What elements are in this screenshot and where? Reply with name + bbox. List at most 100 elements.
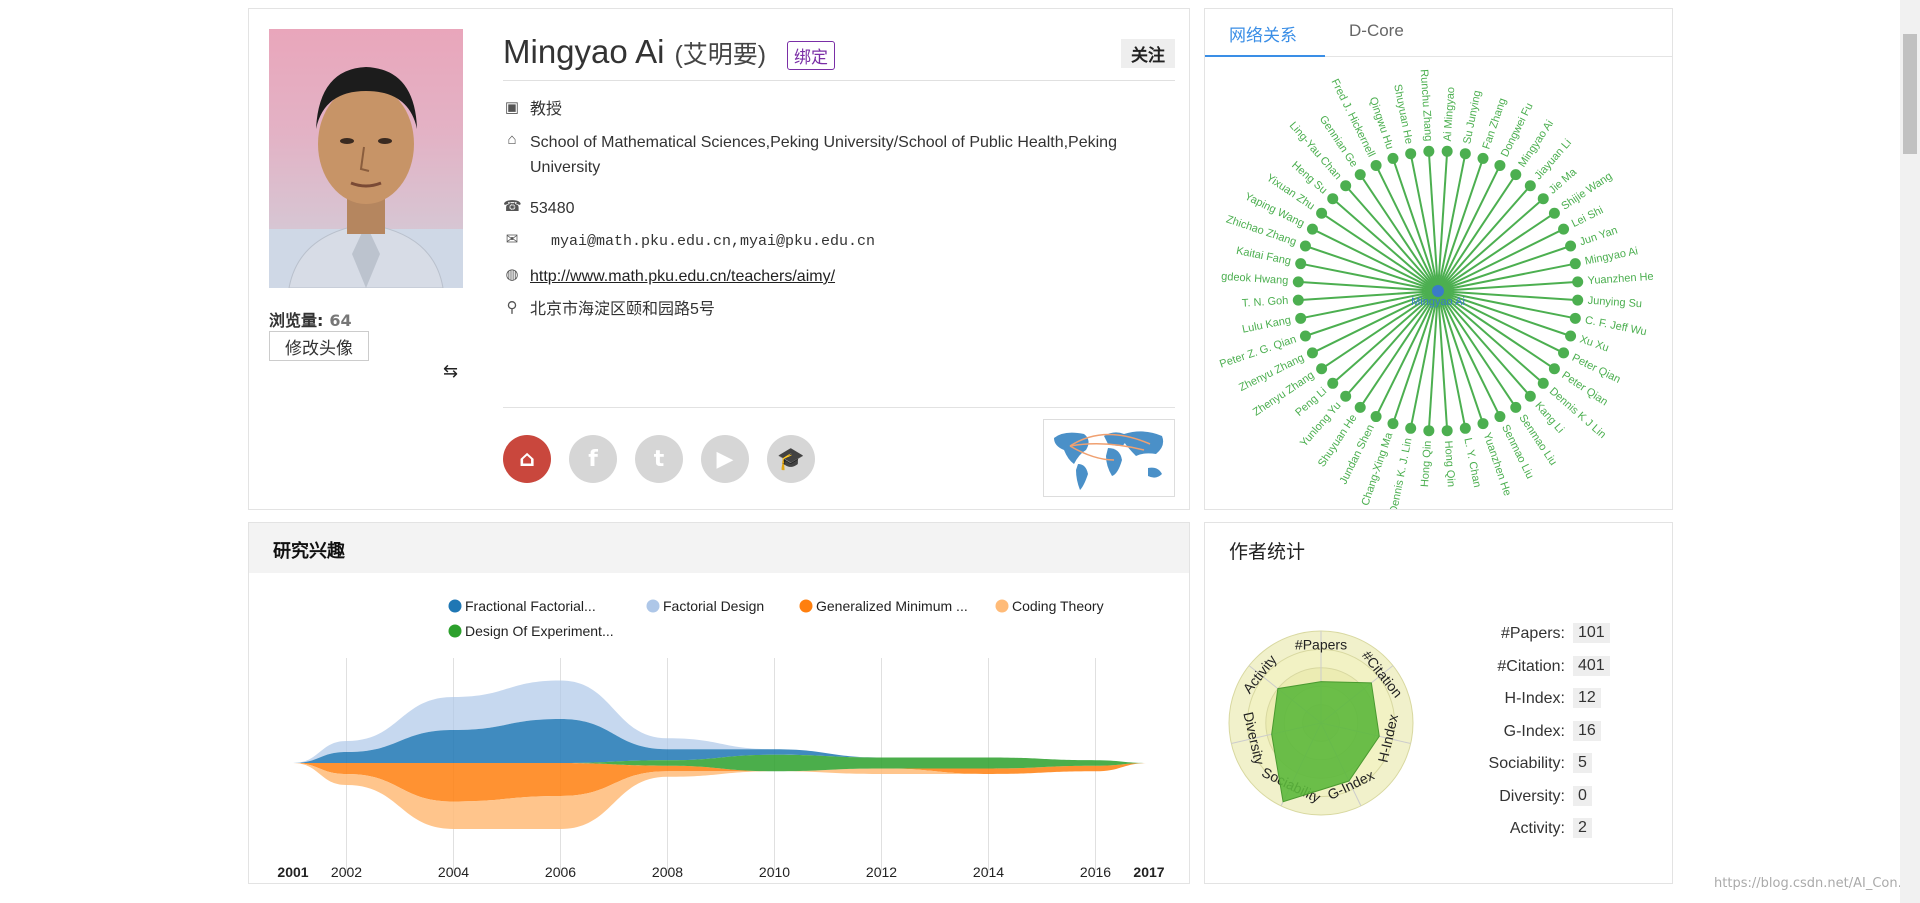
network-node[interactable] [1306,223,1318,235]
legend-item[interactable]: Coding Theory [995,598,1104,614]
position-text: 教授 [530,101,563,118]
network-node[interactable] [1569,312,1581,324]
avatar [269,29,463,288]
network-node[interactable] [1558,223,1570,235]
scrollbar-thumb[interactable] [1903,34,1917,154]
network-card: 网络关系 D-Core Ai Mingyao Su Junying Fan Zhan… [1204,8,1673,510]
network-node[interactable] [1572,294,1584,306]
network-node-label: Mingyao Ai [1584,245,1639,267]
network-node[interactable] [1477,418,1489,430]
network-node[interactable] [1370,159,1382,171]
network-node[interactable] [1548,363,1560,375]
network-node[interactable] [1494,411,1506,423]
legend-swatch [799,599,813,613]
twitter-link[interactable]: t [635,435,683,483]
facebook-link[interactable]: f [569,435,617,483]
network-node[interactable] [1524,180,1536,192]
network-node[interactable] [1459,148,1471,160]
network-node[interactable] [1327,377,1339,389]
network-node-label: Su Junying [1461,89,1483,145]
world-map[interactable] [1043,419,1175,497]
tab-network[interactable]: 网络关系 [1229,21,1297,46]
youtube-icon: ▶ [716,446,734,472]
network-node[interactable] [1572,276,1584,288]
network-node[interactable] [1423,425,1435,437]
network-node[interactable] [1354,401,1366,413]
legend-swatch [646,599,660,613]
network-node[interactable] [1524,390,1536,402]
network-node[interactable] [1569,258,1581,270]
x-tick-label: 2010 [759,864,790,880]
bind-button[interactable]: 绑定 [787,41,835,70]
tab-dcore[interactable]: D-Core [1349,21,1404,41]
network-node[interactable] [1354,169,1366,181]
phone-icon: ☎ [503,198,522,215]
network-node[interactable] [1405,422,1417,434]
network-node[interactable] [1441,145,1453,157]
network-node[interactable] [1477,152,1489,164]
home-icon: ⌂ [519,446,535,472]
stat-row: Diversity: 0 [1455,785,1655,810]
network-node[interactable] [1340,180,1352,192]
network-node[interactable] [1494,159,1506,171]
home-link[interactable]: ⌂ [503,435,551,483]
legend-item[interactable]: Factorial Design [646,598,765,614]
network-node[interactable] [1292,294,1304,306]
x-tick-label: 2016 [1080,864,1111,880]
coauthor-network[interactable]: Ai Mingyao Su JunyingFan ZhangDongwei FuM… [1205,57,1672,509]
envelope-icon: ✉ [505,231,519,248]
page-scrollbar[interactable] [1900,0,1920,903]
network-node[interactable] [1327,193,1339,205]
network-node[interactable] [1299,330,1311,342]
x-tick-label: 2017 [1133,864,1164,880]
network-node[interactable] [1441,425,1453,437]
network-node[interactable] [1459,422,1471,434]
network-node[interactable] [1510,401,1522,413]
globe-icon: ◍ [505,266,519,283]
network-node[interactable] [1387,152,1399,164]
scholar-link[interactable]: 🎓 [767,435,815,483]
legend-label: Design Of Experiment... [465,623,614,639]
network-node-label: L. Y. Chan [1461,437,1483,489]
network-node-label: Runchu Zhang [1418,69,1435,142]
network-node[interactable] [1565,330,1577,342]
x-tick-label: 2012 [866,864,897,880]
legend-item[interactable]: Generalized Minimum ... [799,598,968,614]
network-node[interactable] [1316,207,1328,219]
network-node[interactable] [1510,169,1522,181]
address-text: 北京市海淀区颐和园路5号 [530,301,715,318]
network-node[interactable] [1316,363,1328,375]
network-node[interactable] [1405,148,1417,160]
network-node[interactable] [1292,276,1304,288]
network-node[interactable] [1565,240,1577,252]
network-node[interactable] [1306,347,1318,359]
network-node-label: Ai Mingyao [1442,87,1458,142]
youtube-link[interactable]: ▶ [701,435,749,483]
network-node[interactable] [1537,193,1549,205]
follow-button[interactable]: 关注 [1121,39,1175,68]
network-node[interactable] [1299,240,1311,252]
network-node[interactable] [1537,377,1549,389]
network-node[interactable] [1558,347,1570,359]
network-node[interactable] [1295,312,1307,324]
network-node[interactable] [1387,418,1399,430]
network-node[interactable] [1423,145,1435,157]
view-count-label: 浏览量: [269,311,324,330]
interest-streamgraph[interactable]: Fractional Factorial... Factorial Design G… [249,573,1189,883]
network-node-label: Lulu Kang [1241,314,1292,335]
stat-row: Activity: 2 [1455,818,1655,842]
stat-value: 101 [1573,623,1610,643]
network-node[interactable] [1548,207,1560,219]
legend-item[interactable]: Design Of Experiment... [448,623,614,639]
homepage-link[interactable]: http://www.math.pku.edu.cn/teachers/aimy… [530,264,1180,289]
network-node[interactable] [1340,390,1352,402]
network-node-label: Yuanzhen He [1587,271,1654,287]
radar-axis-label: #Papers [1295,636,1347,652]
network-node-label: Jun Yan [1578,224,1619,248]
network-node[interactable] [1295,258,1307,270]
network-node[interactable] [1370,411,1382,423]
swap-icon[interactable]: ⇆ [443,361,458,382]
stream-layer[interactable] [293,763,1149,802]
change-avatar-button[interactable]: 修改头像 [269,331,369,361]
legend-item[interactable]: Fractional Factorial... [448,598,596,614]
